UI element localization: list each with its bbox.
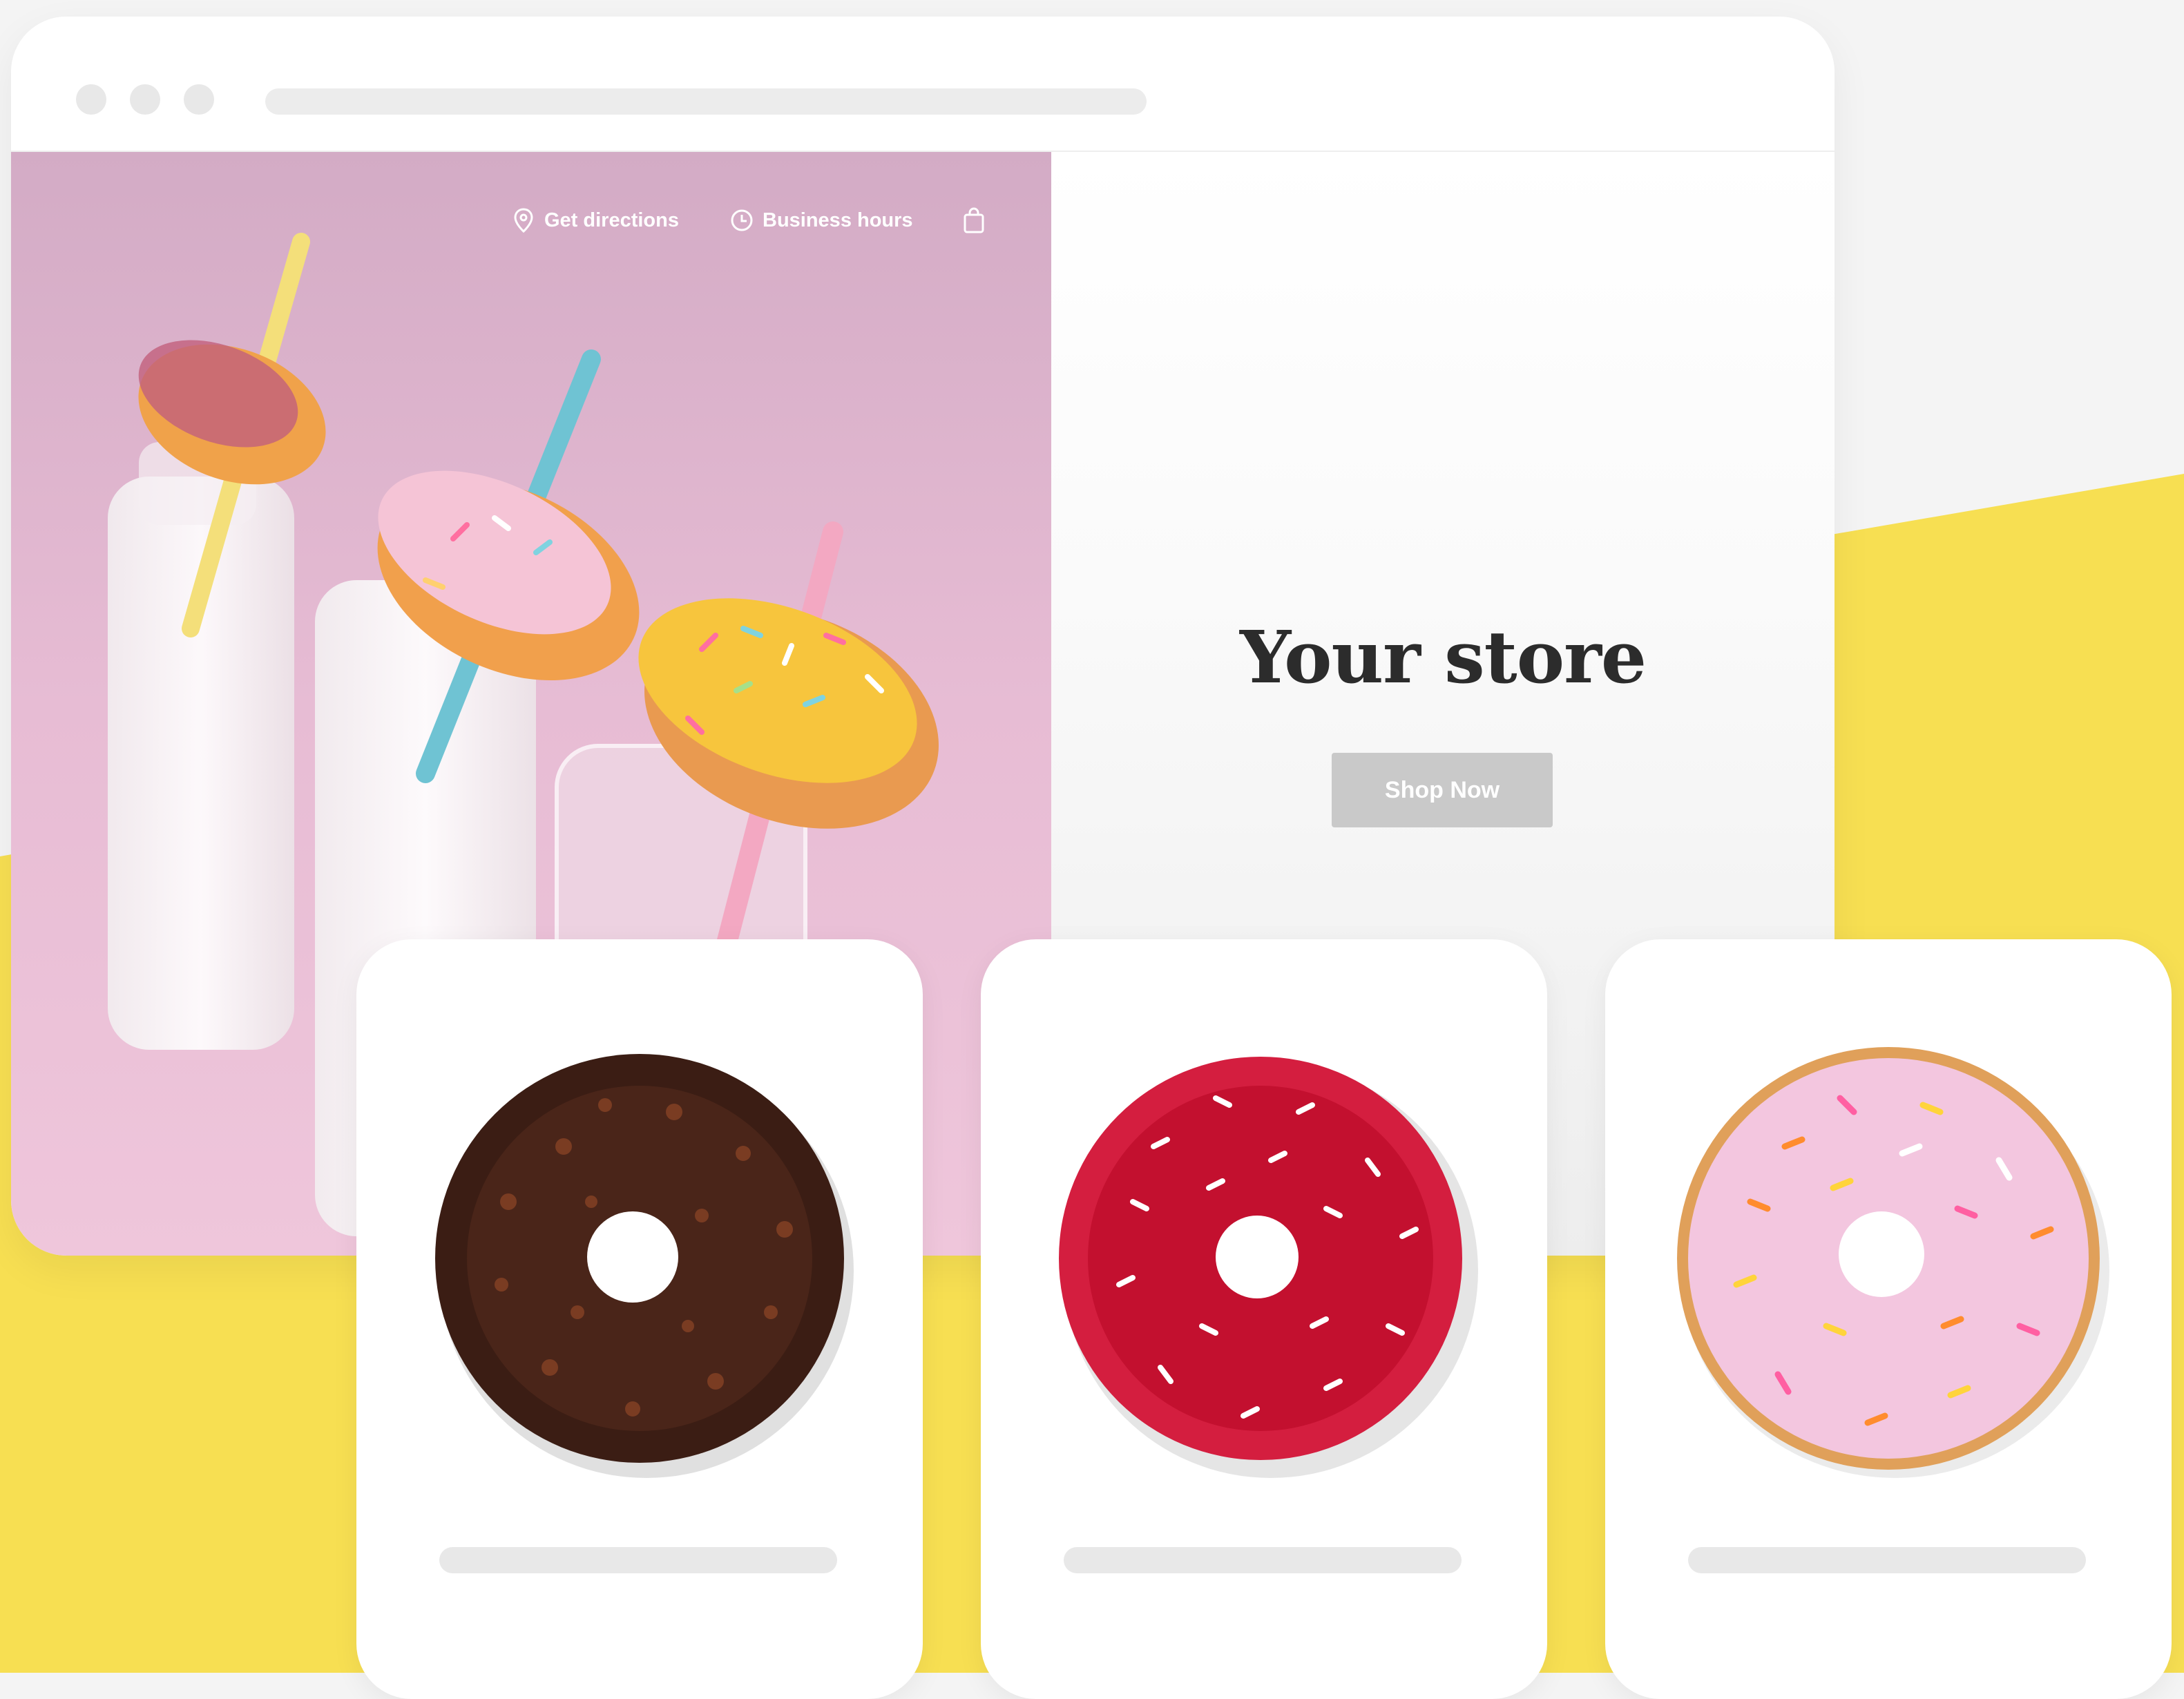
nav-get-directions-label: Get directions xyxy=(544,209,679,231)
pink-sprinkle-donut-image xyxy=(1677,1047,2109,1478)
window-maximize-dot[interactable] xyxy=(184,84,214,115)
clock-icon xyxy=(729,207,754,234)
nav-business-hours[interactable]: Business hours xyxy=(729,203,913,238)
nav-business-hours-label: Business hours xyxy=(763,209,913,231)
nav-get-directions[interactable]: Get directions xyxy=(511,203,679,238)
product-card-chocolate[interactable] xyxy=(356,939,923,1699)
browser-chrome xyxy=(11,17,1835,152)
address-bar[interactable] xyxy=(265,88,1147,115)
product-name-placeholder xyxy=(439,1547,837,1573)
product-card-red[interactable] xyxy=(981,939,1547,1699)
shopping-bag-icon xyxy=(961,207,986,234)
product-name-placeholder xyxy=(1688,1547,2086,1573)
window-close-dot[interactable] xyxy=(76,84,106,115)
store-title: Your store xyxy=(1239,615,1647,700)
shop-now-button[interactable]: Shop Now xyxy=(1332,753,1553,827)
cart-button[interactable] xyxy=(961,203,995,238)
browser-window: Get directions Business hours Your store… xyxy=(11,17,1835,1256)
product-card-pink[interactable] xyxy=(1605,939,2172,1699)
location-pin-icon xyxy=(511,207,536,234)
product-name-placeholder xyxy=(1064,1547,1462,1573)
red-sprinkle-donut-image xyxy=(1059,1057,1478,1478)
window-minimize-dot[interactable] xyxy=(130,84,160,115)
chocolate-donut-image xyxy=(435,1054,854,1478)
